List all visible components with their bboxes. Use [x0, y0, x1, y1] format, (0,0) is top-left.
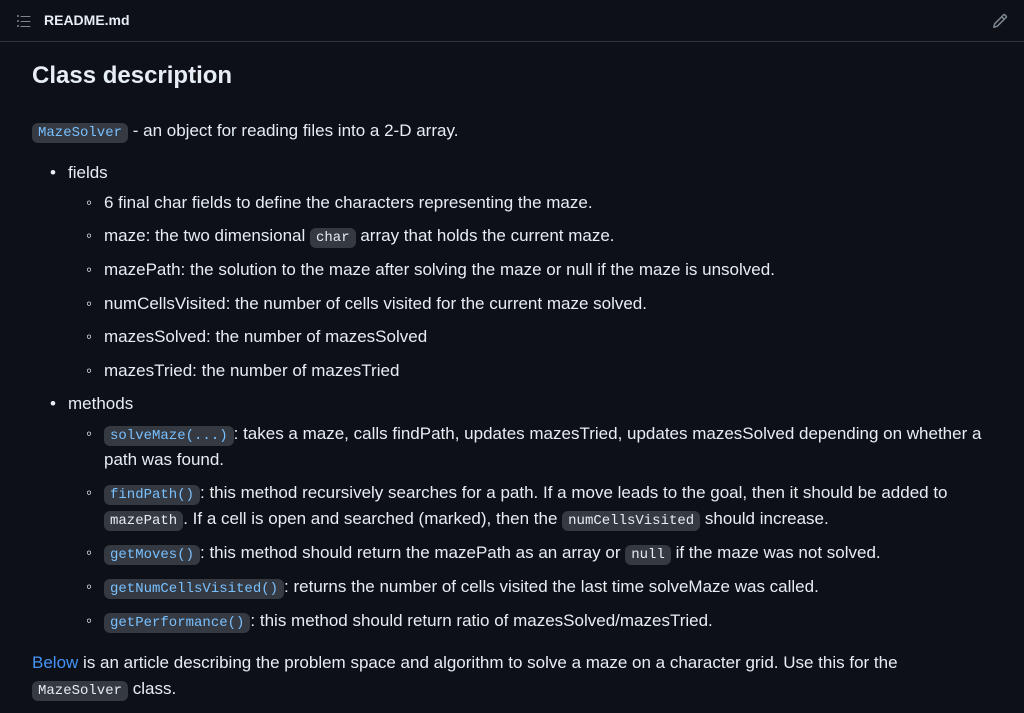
bottom-paragraph: Below is an article describing the probl…	[32, 650, 992, 702]
method-code[interactable]: solveMaze(...)	[104, 426, 234, 446]
class-name-code[interactable]: MazeSolver	[32, 123, 128, 143]
field-item: mazesSolved: the number of mazesSolved	[104, 324, 992, 350]
null-code: null	[625, 545, 671, 565]
method-item: solveMaze(...): takes a maze, calls find…	[104, 421, 992, 473]
methods-list: solveMaze(...): takes a maze, calls find…	[68, 421, 992, 635]
methods-label: methods	[68, 394, 133, 413]
file-header: README.md	[0, 0, 1024, 42]
method-item: getPerformance(): this method should ret…	[104, 608, 992, 634]
field-item: mazePath: the solution to the maze after…	[104, 257, 992, 283]
edit-icon[interactable]	[992, 13, 1008, 29]
class-intro: MazeSolver - an object for reading files…	[32, 118, 992, 144]
char-code: char	[310, 228, 356, 248]
readme-content: Class description MazeSolver - an object…	[0, 42, 1024, 713]
method-code[interactable]: getMoves()	[104, 545, 200, 565]
fields-item: fields 6 final char fields to define the…	[68, 160, 992, 383]
method-code[interactable]: findPath()	[104, 485, 200, 505]
file-title: README.md	[44, 10, 130, 31]
method-code[interactable]: getNumCellsVisited()	[104, 579, 284, 599]
numcellsvisited-code: numCellsVisited	[562, 511, 700, 531]
fields-list: 6 final char fields to define the charac…	[68, 190, 992, 384]
field-item: 6 final char fields to define the charac…	[104, 190, 992, 216]
method-code[interactable]: getPerformance()	[104, 613, 250, 633]
method-item: getMoves(): this method should return th…	[104, 540, 992, 566]
field-item: maze: the two dimensional char array tha…	[104, 223, 992, 249]
section-heading: Class description	[32, 58, 992, 102]
fields-label: fields	[68, 163, 108, 182]
mazepath-code: mazePath	[104, 511, 183, 531]
methods-item: methods solveMaze(...): takes a maze, ca…	[68, 391, 992, 634]
method-item: findPath(): this method recursively sear…	[104, 480, 992, 532]
method-item: getNumCellsVisited(): returns the number…	[104, 574, 992, 600]
field-item: numCellsVisited: the number of cells vis…	[104, 291, 992, 317]
intro-text: - an object for reading files into a 2-D…	[128, 121, 458, 140]
mazesolver-code: MazeSolver	[32, 681, 128, 701]
class-spec-list: fields 6 final char fields to define the…	[32, 160, 992, 634]
below-link[interactable]: Below	[32, 653, 78, 672]
field-item: mazesTried: the number of mazesTried	[104, 358, 992, 384]
toc-icon[interactable]	[16, 13, 32, 29]
